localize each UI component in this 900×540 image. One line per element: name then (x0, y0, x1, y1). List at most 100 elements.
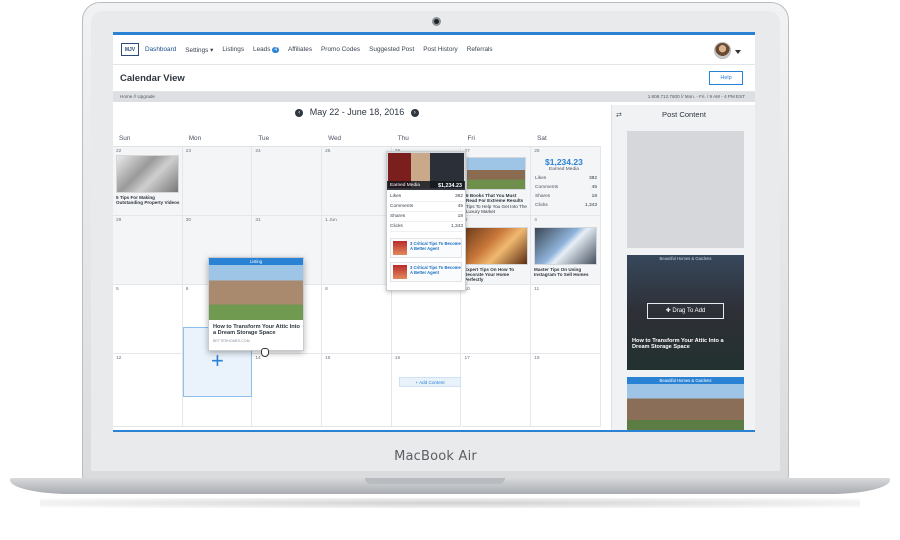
leads-count-badge: 4 (272, 47, 279, 53)
day-number: 18 (534, 356, 540, 361)
stat-label: Clicks (535, 203, 548, 208)
day-number: 25 (325, 149, 331, 154)
post-thumbnail[interactable] (464, 227, 528, 265)
chevron-down-icon[interactable] (735, 50, 741, 54)
day-number: 4 (534, 218, 537, 223)
calendar-day[interactable]: 11 (531, 285, 601, 354)
panel-title: Post Content (662, 110, 706, 119)
calendar-day[interactable]: 17 (461, 354, 532, 427)
post-title[interactable]: 3 Critical Tips To Become A Better Agent (410, 241, 461, 252)
calendar-day[interactable]: 15 (322, 354, 392, 427)
nav-dashboard[interactable]: Dashboard (145, 46, 176, 53)
day-number: 30 (185, 218, 192, 223)
stage: MacBook Air MJV Dashboard Settings ▾ Lis… (0, 0, 900, 540)
calendar-day[interactable]: 1 Jun (322, 216, 392, 285)
nav-settings[interactable]: Settings ▾ (185, 46, 213, 54)
add-content-button[interactable]: + Add Content (399, 377, 461, 387)
post-title: How to Transform Your Attic Into a Dream… (213, 324, 300, 337)
post-title[interactable]: 3 Critical Tips To Become A Better Agent (410, 265, 461, 276)
nav-promo-codes[interactable]: Promo Codes (321, 46, 360, 53)
stat-value: 18 (457, 214, 463, 219)
calendar-range-header: ‹ May 22 - June 18, 2016 › (113, 107, 601, 117)
calendar-day[interactable]: 23 (182, 147, 253, 216)
calendar-day[interactable]: 25 (322, 147, 392, 216)
nav-leads[interactable]: Leads 4 (253, 46, 279, 53)
page-title: Calendar View (120, 73, 185, 84)
top-nav: MJV Dashboard Settings ▾ Listings Leads … (113, 35, 755, 65)
calendar-day[interactable]: 16 (391, 354, 462, 427)
screen-footer-bar (113, 430, 755, 432)
earned-media-value: $1,234.23 (545, 157, 583, 167)
stat-label: Comments (390, 204, 414, 209)
day-names-row: Sun Mon Tue Wed Thu Fri Sat (113, 131, 601, 147)
popup-stat-row: Comments 45 (390, 202, 463, 212)
prev-arrow-icon[interactable]: ‹ (295, 109, 304, 117)
calendar-range: May 22 - June 18, 2016 (309, 107, 405, 117)
post-content-card[interactable]: Beautiful Homes & Gardens ✚ Drag To Add … (627, 255, 744, 370)
calendar-day[interactable]: 8 (322, 285, 392, 354)
laptop-notch (365, 478, 505, 484)
post-title[interactable]: 5 Tips For Making Outstanding Property V… (116, 195, 180, 205)
popup-stat-row: Shares 18 (390, 212, 463, 222)
post-thumbnail[interactable] (466, 157, 526, 190)
post-title[interactable]: 6 Books That You Must Read For Extreme R… (466, 193, 528, 203)
post-thumbnail[interactable] (534, 227, 597, 265)
nav-post-history[interactable]: Post History (423, 46, 457, 53)
day-number: 23 (185, 149, 192, 154)
next-arrow-icon[interactable]: › (410, 109, 419, 117)
day-number: 5 (116, 287, 119, 292)
app-screen: MJV Dashboard Settings ▾ Listings Leads … (113, 32, 755, 432)
calendar-day[interactable]: 18 (531, 354, 601, 427)
stat-value: 382 (588, 176, 597, 181)
day-name: Tue (258, 135, 270, 142)
breadcrumb[interactable]: Home // Upgrade (120, 94, 155, 99)
day-name: Mon (188, 135, 202, 142)
post-title: How to Transform Your Attic Into a Dream… (632, 338, 724, 351)
nav-suggested-post[interactable]: Suggested Post (369, 46, 414, 53)
calendar-day[interactable]: 14 (252, 354, 323, 427)
list-item[interactable]: 3 Critical Tips To Become A Better Agent (390, 238, 462, 258)
user-avatar[interactable] (714, 42, 731, 59)
day-number: 8 (325, 287, 328, 292)
post-thumbnail[interactable] (116, 155, 179, 193)
day-number: 15 (325, 356, 331, 361)
dragged-post-card[interactable]: Listing How to Transform Your Attic Into… (208, 257, 304, 351)
nav-leads-label: Leads (253, 46, 271, 53)
post-thumbnail (209, 265, 303, 320)
post-content-card[interactable] (627, 131, 744, 248)
list-item[interactable]: 3 Critical Tips To Become A Better Agent (390, 262, 462, 282)
calendar-day[interactable]: 9 (391, 285, 462, 354)
post-content-card[interactable]: Beautiful Homes & Gardens (627, 377, 744, 431)
post-thumbnail (393, 265, 407, 279)
stat-label: Likes (535, 176, 547, 181)
popup-header-bar: Earned Media $1,234.23 (387, 181, 465, 190)
calendar: ‹ May 22 - June 18, 2016 › Sun Mon Tue W… (113, 105, 601, 431)
nav-listings[interactable]: Listings (222, 46, 244, 53)
day-number: 29 (116, 218, 122, 223)
stat-value: 1,343 (584, 203, 597, 208)
day-number: 28 (534, 149, 540, 154)
calendar-day[interactable]: 10 (461, 285, 532, 354)
day-name: Sun (119, 135, 131, 142)
app-logo[interactable]: MJV (121, 43, 139, 56)
day-name: Thu (397, 135, 409, 142)
day-number: 31 (255, 218, 261, 223)
calendar-day[interactable]: 12 (113, 354, 183, 427)
post-thumbnail (393, 241, 407, 255)
day-name: Fri (467, 135, 475, 142)
page-header: Calendar View Help (113, 65, 755, 92)
plus-icon: + (211, 348, 224, 373)
calendar-day[interactable]: 24 (252, 147, 323, 216)
post-stats-popup[interactable]: Earned Media $1,234.23 Likes 382 Comments… (386, 151, 466, 291)
post-source: BETTERHOMES.COM (213, 339, 250, 343)
post-title[interactable]: Master Tips On Using Instagram To Sell H… (534, 267, 598, 277)
calendar-day[interactable]: 5 (113, 285, 183, 354)
day-number: 16 (394, 356, 401, 361)
help-button[interactable]: Help (709, 71, 743, 85)
post-title[interactable]: Expert Tips On How To Decorate Your Home… (464, 267, 528, 283)
drag-to-add-button[interactable]: ✚ Drag To Add (647, 303, 724, 319)
grab-cursor-icon (261, 348, 269, 357)
calendar-day[interactable]: 29 (113, 216, 183, 285)
nav-affiliates[interactable]: Affiliates (288, 46, 312, 53)
nav-referrals[interactable]: Referrals (467, 46, 493, 53)
